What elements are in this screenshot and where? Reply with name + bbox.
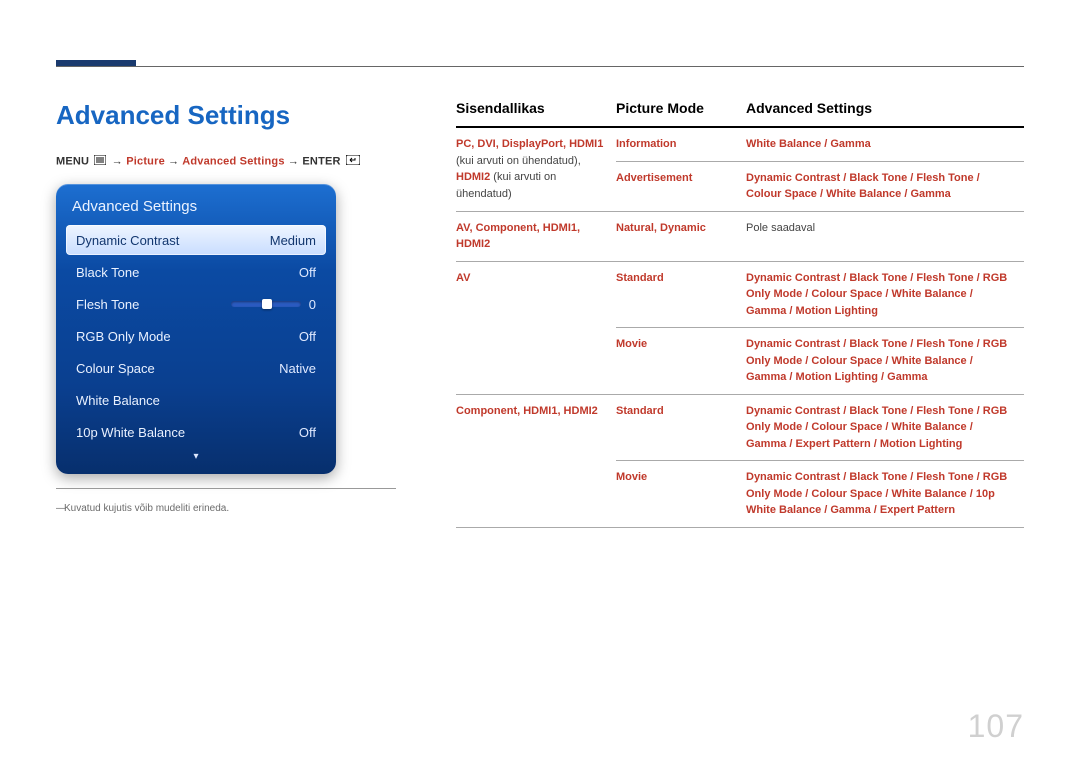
osd-row-value: Medium [270,233,316,248]
osd-row-value: Off [299,265,316,280]
osd-row[interactable]: Dynamic Contrast Medium [66,225,326,255]
osd-row-value: Native [279,361,316,376]
cell-source: AV [456,261,616,394]
page-title: Advanced Settings [56,100,396,131]
cell-advanced-settings: Pole saadaval [746,211,1024,261]
settings-table: Sisendallikas Picture Mode Advanced Sett… [456,100,1024,528]
osd-row[interactable]: Colour Space Native [66,353,326,383]
cell-picture-mode: Movie [616,461,746,528]
cell-picture-mode: Advertisement [616,161,746,211]
breadcrumb-arrow: → [112,155,123,167]
osd-row-label: Dynamic Contrast [76,233,179,248]
cell-advanced-settings: Dynamic Contrast / Black Tone / Flesh To… [746,161,1024,211]
osd-row-value: 0 [309,297,316,312]
osd-row[interactable]: Flesh Tone 0 [66,289,326,319]
divider [56,488,396,489]
cell-source: Component, HDMI1, HDMI2 [456,394,616,527]
cell-source: PC, DVI, DisplayPort, HDMI1 (kui arvuti … [456,127,616,211]
breadcrumb-advanced-settings: Advanced Settings [182,155,284,167]
cell-source: AV, Component, HDMI1, HDMI2 [456,211,616,261]
cell-advanced-settings: White Balance / Gamma [746,127,1024,161]
th-advanced-settings: Advanced Settings [746,100,1024,127]
cell-advanced-settings: Dynamic Contrast / Black Tone / Flesh To… [746,394,1024,461]
osd-row-label: Flesh Tone [76,297,139,312]
breadcrumb-arrow: → [288,155,299,167]
cell-picture-mode: Natural, Dynamic [616,211,746,261]
enter-icon [346,155,360,168]
menu-icon [94,155,106,168]
cell-picture-mode: Movie [616,328,746,395]
osd-slider[interactable]: 0 [231,297,316,312]
osd-row-value: Off [299,329,316,344]
osd-panel: Advanced Settings Dynamic Contrast Medium… [56,184,336,474]
table-row: AV, Component, HDMI1, HDMI2Natural, Dyna… [456,211,1024,261]
chevron-down-icon: ▾ [66,451,326,462]
table-row: Component, HDMI1, HDMI2StandardDynamic C… [456,394,1024,461]
cell-picture-mode: Standard [616,394,746,461]
osd-row-label: White Balance [76,393,160,408]
osd-title: Advanced Settings [66,194,326,225]
osd-row-label: Colour Space [76,361,155,376]
cell-advanced-settings: Dynamic Contrast / Black Tone / Flesh To… [746,461,1024,528]
breadcrumb-menu: MENU [56,155,89,167]
breadcrumb-arrow: → [168,155,179,167]
breadcrumb-picture: Picture [126,155,165,167]
osd-row[interactable]: Black Tone Off [66,257,326,287]
cell-picture-mode: Standard [616,261,746,328]
header-rule [56,66,1024,67]
osd-row-label: 10p White Balance [76,425,185,440]
breadcrumb: MENU → Picture → Advanced Settings → ENT… [56,155,396,168]
cell-advanced-settings: Dynamic Contrast / Black Tone / Flesh To… [746,328,1024,395]
osd-row-value: Off [299,425,316,440]
table-row: PC, DVI, DisplayPort, HDMI1 (kui arvuti … [456,127,1024,161]
osd-row-label: RGB Only Mode [76,329,171,344]
cell-picture-mode: Information [616,127,746,161]
osd-row[interactable]: RGB Only Mode Off [66,321,326,351]
th-sisendallikas: Sisendallikas [456,100,616,127]
page-number: 107 [968,708,1024,745]
th-picture-mode: Picture Mode [616,100,746,127]
osd-row[interactable]: 10p White Balance Off [66,417,326,447]
footnote: ―Kuvatud kujutis võib mudeliti erineda. [56,503,396,514]
osd-row[interactable]: White Balance [66,385,326,415]
cell-advanced-settings: Dynamic Contrast / Black Tone / Flesh To… [746,261,1024,328]
osd-row-label: Black Tone [76,265,139,280]
breadcrumb-enter: ENTER [302,155,340,167]
table-row: AVStandardDynamic Contrast / Black Tone … [456,261,1024,328]
